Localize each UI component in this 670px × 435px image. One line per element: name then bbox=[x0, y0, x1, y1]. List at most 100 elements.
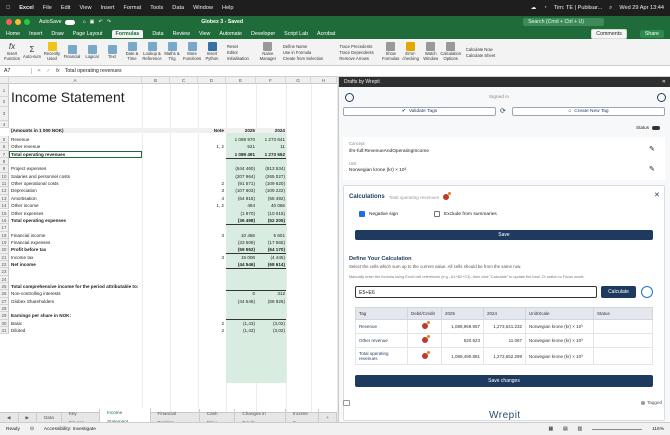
tab-developer[interactable]: Developer bbox=[251, 31, 275, 37]
tab-page-layout[interactable]: Page Layout bbox=[73, 31, 103, 37]
value-2024[interactable]: 5 601 bbox=[256, 233, 286, 238]
row-label[interactable]: Salaries and personnel costs bbox=[11, 174, 196, 179]
column-header-c[interactable]: C bbox=[170, 77, 198, 84]
value-2024[interactable]: (17 565) bbox=[256, 240, 285, 245]
value-2024[interactable]: (68 926) bbox=[256, 299, 285, 304]
amounts-header[interactable]: (Amounts in 1 000 NOK) bbox=[11, 128, 64, 133]
page-layout-icon[interactable]: ▤ bbox=[563, 427, 568, 432]
edit-unit-icon[interactable]: ✎ bbox=[649, 165, 655, 173]
insert-function-button[interactable]: fx Insert Function bbox=[3, 42, 21, 61]
row-label[interactable]: Other expenses bbox=[11, 211, 196, 216]
error-checking-button[interactable]: Error-checking bbox=[402, 42, 420, 61]
value-2024[interactable]: 1 273 641 bbox=[256, 137, 285, 142]
row-note[interactable]: 3 bbox=[200, 255, 224, 260]
row-header[interactable]: 30 bbox=[0, 319, 9, 328]
value-2025[interactable]: 10 456 bbox=[226, 233, 255, 238]
menu-edit[interactable]: Edit bbox=[61, 5, 71, 11]
value-2024[interactable]: (3,02) bbox=[256, 321, 285, 326]
debit-credit-cell[interactable] bbox=[407, 333, 442, 348]
macro-record-icon[interactable]: ⊙ bbox=[30, 427, 34, 432]
note-header[interactable]: Note bbox=[200, 128, 224, 133]
menu-window[interactable]: Window bbox=[193, 5, 213, 11]
row-header[interactable]: 26 bbox=[0, 290, 9, 298]
formula-input-field[interactable]: E5+E6 bbox=[355, 286, 597, 298]
row-label[interactable]: Amortisation bbox=[11, 196, 196, 201]
calculation-options-button[interactable]: Calculation Options bbox=[440, 42, 461, 61]
add-sheet-icon[interactable]: + bbox=[319, 413, 337, 422]
save-icon[interactable]: ▣ bbox=[90, 19, 95, 25]
editor-button[interactable]: Editor bbox=[227, 50, 249, 55]
row-header[interactable]: 12 bbox=[0, 187, 9, 195]
apple-icon[interactable]:  bbox=[6, 5, 10, 11]
zoom-window-button[interactable] bbox=[24, 19, 30, 25]
value-2024[interactable]: (109 222) bbox=[256, 188, 285, 193]
remove-arrows-button[interactable]: Remove Arrows bbox=[339, 56, 373, 61]
tab-home[interactable]: Home bbox=[6, 31, 20, 37]
value-2024[interactable]: 1 273 652 bbox=[256, 152, 285, 157]
row-label[interactable]: Revenue bbox=[11, 137, 196, 142]
row-header[interactable]: 14 bbox=[0, 202, 9, 210]
recently-used-button[interactable]: Recently Used bbox=[43, 42, 61, 61]
value-2025[interactable]: (1 970) bbox=[226, 211, 255, 216]
tab-acrobat[interactable]: Acrobat bbox=[317, 31, 335, 37]
value-2024[interactable]: 11 bbox=[256, 144, 285, 149]
redo-icon[interactable]: ↷ bbox=[107, 19, 111, 25]
create-new-tag-button[interactable]: ⌂ Create New Tag bbox=[512, 107, 665, 116]
row-header[interactable]: 4 bbox=[0, 121, 9, 128]
row-header[interactable]: 11 bbox=[0, 180, 9, 188]
value-2025[interactable]: (1,43) bbox=[226, 328, 255, 333]
minimize-window-button[interactable] bbox=[15, 19, 21, 25]
row-header[interactable]: 2 bbox=[0, 97, 9, 107]
value-2025[interactable]: (36 498) bbox=[226, 218, 255, 223]
menu-help[interactable]: Help bbox=[222, 5, 234, 11]
maths-trig-button[interactable]: Maths & Trig bbox=[163, 42, 181, 61]
row-header[interactable]: 9 bbox=[0, 165, 9, 173]
row-header[interactable]: 21 bbox=[0, 253, 9, 261]
row-header[interactable]: 16 bbox=[0, 216, 9, 225]
menu-insert[interactable]: Insert bbox=[101, 5, 115, 11]
row-header[interactable]: 31 bbox=[0, 327, 9, 335]
spreadsheet-grid[interactable]: A B C D E F G H Income Statement (Amount… bbox=[0, 77, 337, 412]
name-manager-button[interactable]: Name Manager bbox=[259, 42, 277, 61]
row-label[interactable]: Globex Shareholders bbox=[11, 299, 196, 304]
menu-file[interactable]: File bbox=[43, 5, 52, 11]
search-icon[interactable]: ⌕ bbox=[609, 5, 612, 12]
column-header-h[interactable]: H bbox=[311, 77, 337, 84]
fx-icon[interactable]: fx bbox=[56, 68, 60, 74]
validate-tags-button[interactable]: ✔ Validate Tags bbox=[343, 107, 496, 116]
row-label[interactable]: Basic bbox=[11, 321, 196, 326]
row-label[interactable]: Income tax bbox=[11, 255, 196, 260]
wifi-icon[interactable]: ◔ bbox=[543, 5, 546, 11]
trace-precedents-button[interactable]: Trace Precedents bbox=[339, 44, 373, 49]
tab-prev-icon[interactable]: ◀ bbox=[0, 413, 19, 422]
value-2025[interactable]: 494 bbox=[226, 203, 255, 208]
row-header[interactable]: 27 bbox=[0, 297, 9, 306]
menu-format[interactable]: Format bbox=[124, 5, 142, 11]
table-row[interactable]: Total operating revenues 1,089,490.881 1,2… bbox=[355, 347, 653, 365]
define-name-button[interactable]: Define Name bbox=[283, 44, 324, 49]
row-label[interactable]: Net income bbox=[11, 262, 196, 267]
row-header[interactable]: 3 bbox=[0, 107, 9, 121]
column-header-d[interactable]: D bbox=[198, 77, 226, 84]
menu-tools[interactable]: Tools bbox=[150, 5, 163, 11]
initialisation-button[interactable]: Initialisation bbox=[227, 56, 249, 61]
value-2025[interactable]: (59 552) bbox=[226, 247, 255, 252]
home-icon[interactable]: ⌂ bbox=[83, 19, 86, 25]
value-2025[interactable]: 15 008 bbox=[226, 255, 255, 260]
normal-view-icon[interactable]: ▦ bbox=[548, 427, 553, 432]
watch-window-button[interactable]: Watch Window bbox=[422, 42, 440, 61]
value-2024[interactable]: (4 445) bbox=[256, 255, 285, 260]
column-header-e[interactable]: E bbox=[226, 77, 256, 84]
value-2024[interactable]: 40 066 bbox=[256, 203, 285, 208]
show-formulas-button[interactable]: Show Formulas bbox=[382, 42, 400, 61]
row-label[interactable]: Total operating expenses bbox=[11, 218, 196, 223]
row-label[interactable]: Total comprehensive income for the perio… bbox=[11, 284, 196, 289]
row-label[interactable]: Diluted bbox=[11, 328, 196, 333]
autosave-toggle[interactable] bbox=[64, 19, 75, 25]
row-note[interactable]: 1, 2 bbox=[200, 144, 224, 149]
save-button[interactable]: Save bbox=[355, 230, 653, 240]
row-note[interactable]: 1, 2 bbox=[200, 203, 224, 208]
row-header[interactable]: 28 bbox=[0, 305, 9, 313]
row-note[interactable]: 2 bbox=[200, 328, 224, 333]
value-2024[interactable]: (109 620) bbox=[256, 181, 285, 186]
